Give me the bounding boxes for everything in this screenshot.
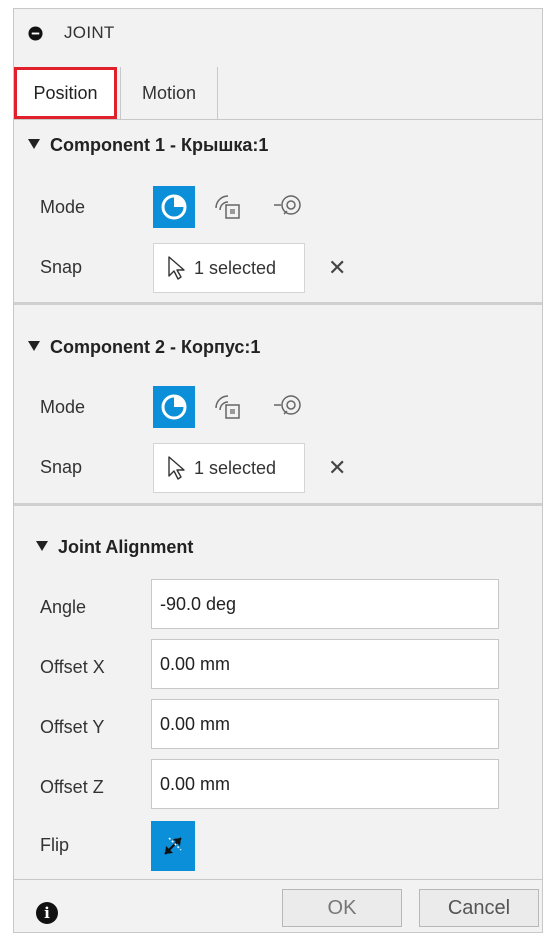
angle-label: Angle (40, 597, 87, 617)
offset-x-label: Offset X (40, 657, 105, 677)
tab-position[interactable]: Position (14, 67, 117, 119)
component1-title: Component 1 - Крышка:1 (50, 135, 269, 155)
collapse-triangle-icon (28, 139, 40, 149)
component2-snap-mode-button[interactable] (153, 386, 195, 428)
component1-tangent-mode-button[interactable] (271, 189, 305, 223)
offset-y-label: Offset Y (40, 717, 105, 737)
snap-mode-icon (161, 394, 187, 420)
component1-snap-value: 1 selected (194, 257, 277, 278)
flip-icon (164, 837, 182, 855)
component1-header[interactable]: Component 1 - Крышка:1 (28, 135, 268, 156)
offset-z-label: Offset Z (40, 777, 104, 797)
component1-mode-label: Mode (40, 197, 86, 217)
component2-snap-selector[interactable]: 1 selected (153, 443, 305, 493)
joint-alignment-title: Joint Alignment (58, 537, 194, 557)
joint-alignment-header[interactable]: Joint Alignment (36, 537, 193, 558)
joint-panel: JOINT Position Motion Component 1 - Крыш… (13, 8, 543, 933)
panel-header: JOINT (14, 9, 542, 57)
info-icon[interactable]: i (36, 902, 58, 924)
snap-mode-icon (161, 194, 187, 220)
offset-x-input[interactable] (151, 639, 499, 689)
tangent-mode-icon (274, 195, 301, 215)
component1-snap-mode-button[interactable] (153, 186, 195, 228)
offset-z-input[interactable] (151, 759, 499, 809)
cursor-arrow-icon (168, 456, 185, 480)
flip-button[interactable] (151, 821, 195, 871)
component2-between-mode-button[interactable] (211, 389, 245, 423)
component1-snap-selector[interactable]: 1 selected (153, 243, 305, 293)
tab-motion[interactable]: Motion (120, 67, 218, 119)
component2-mode-label: Mode (40, 397, 86, 417)
ok-button[interactable]: OK (282, 889, 402, 927)
panel-title: JOINT (64, 23, 115, 42)
component2-clear-selection-icon[interactable]: ✕ (328, 455, 346, 481)
cursor-arrow-icon (168, 256, 185, 280)
component1-snap-label: Snap (40, 257, 83, 277)
component2-header[interactable]: Component 2 - Корпус:1 (28, 337, 260, 358)
component2-snap-value: 1 selected (194, 457, 277, 478)
collapse-triangle-icon (36, 541, 48, 551)
component2-title: Component 2 - Корпус:1 (50, 337, 261, 357)
component1-between-mode-button[interactable] (211, 189, 245, 223)
tab-underline (14, 119, 542, 120)
tab-bar: Position Motion (14, 57, 542, 121)
between-mode-icon (215, 395, 240, 419)
angle-input[interactable] (151, 579, 499, 629)
tangent-mode-icon (274, 395, 301, 415)
footer-divider (14, 879, 542, 880)
component2-tangent-mode-button[interactable] (271, 389, 305, 423)
collapse-triangle-icon (28, 341, 40, 351)
section-divider (14, 503, 542, 506)
between-mode-icon (215, 195, 240, 219)
offset-y-input[interactable] (151, 699, 499, 749)
cancel-button[interactable]: Cancel (419, 889, 539, 927)
collapse-minus-icon[interactable] (28, 26, 43, 41)
section-divider (14, 302, 542, 305)
flip-label: Flip (40, 835, 70, 855)
component2-snap-label: Snap (40, 457, 83, 477)
component1-clear-selection-icon[interactable]: ✕ (328, 255, 346, 281)
